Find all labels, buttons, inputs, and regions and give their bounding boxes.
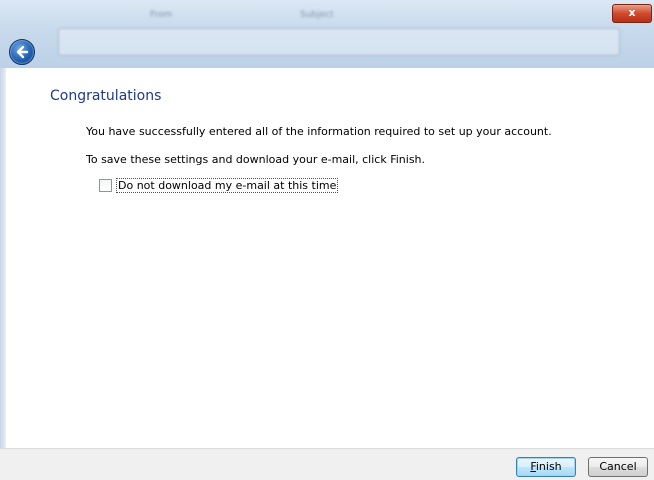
back-arrow-icon	[16, 45, 29, 59]
do-not-download-checkbox[interactable]	[99, 179, 112, 192]
instruction-message: To save these settings and download your…	[86, 153, 426, 166]
do-not-download-label[interactable]: Do not download my e-mail at this time	[116, 178, 339, 193]
success-message: You have successfully entered all of the…	[86, 125, 552, 138]
background-window-row	[58, 28, 620, 56]
close-icon: x	[628, 6, 636, 19]
finish-button[interactable]: Finish	[516, 457, 576, 477]
finish-label: inish	[535, 460, 562, 473]
background-tab-from: From	[150, 10, 173, 20]
background-tab-subject: Subject	[300, 10, 334, 20]
page-title: Congratulations	[50, 88, 162, 104]
back-button[interactable]	[9, 39, 35, 65]
cancel-button[interactable]: Cancel	[588, 457, 648, 477]
close-button[interactable]: x	[612, 4, 652, 23]
cancel-label: Cancel	[599, 460, 637, 473]
window-left-edge	[0, 68, 6, 448]
download-option-row[interactable]: Do not download my e-mail at this time	[99, 178, 339, 193]
title-bar: From Subject x	[0, 0, 654, 69]
